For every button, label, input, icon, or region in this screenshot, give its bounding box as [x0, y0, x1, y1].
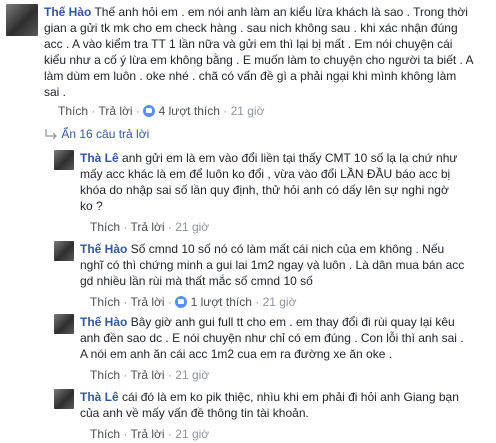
comment-text: Thế Hào Bây giờ anh gui full tt cho em .…	[80, 314, 455, 330]
timestamp[interactable]: 21 giờ	[263, 295, 297, 309]
comment-text: Thà Lê cái đó là em ko pik thiệc, nhìu k…	[80, 389, 459, 405]
text-line: kiểu như a cố ý lừa em không bằng . E mu…	[44, 53, 474, 67]
reply-2: Thế Hào Số cmnd 10 số nó có làm mất cái …	[48, 241, 496, 309]
hide-replies-label: Ẩn 16 câu trả lời	[61, 127, 150, 141]
text-line: gian a gửi tk mk cho em check hàng . sau…	[44, 21, 458, 35]
avatar[interactable]	[54, 150, 74, 170]
text-line: cái đó là em ko pik thiệc, nhìu khi em p…	[122, 390, 459, 404]
author-name[interactable]: Thà Lê	[80, 390, 119, 404]
reply-4: Thà Lê cái đó là em ko pik thiệc, nhìu k…	[48, 389, 496, 443]
like-button[interactable]: Thích	[58, 104, 88, 118]
text-line: acc . A vào kiểm tra TT 1 lần nữa và gửi…	[44, 37, 453, 51]
text-line: gd nhiều lần rùi mà thất mắc số cmnd 10 …	[80, 274, 313, 288]
like-button[interactable]: Thích	[90, 368, 120, 382]
text-line: anh gửi em là em vào đổi liền tại thấy C…	[122, 151, 458, 165]
reply-button[interactable]: Trả lời	[98, 104, 132, 118]
comment-actions: Thích · Trả lời · 21 giờ	[90, 220, 210, 234]
author-name[interactable]: Thà Lê	[80, 151, 119, 165]
text-line: mấy acc khác là em để luôn ko đổi , vừa …	[80, 167, 451, 181]
text-line: Bây giờ anh gui full tt cho em . em thay…	[130, 315, 455, 329]
hide-replies-toggle[interactable]: Ẩn 16 câu trả lời	[44, 127, 149, 141]
author-name[interactable]: Thế Hào	[80, 315, 127, 329]
avatar[interactable]	[54, 389, 74, 409]
reply-arrow-icon	[44, 128, 58, 140]
timestamp[interactable]: 21 giờ	[175, 368, 209, 382]
text-line: sai .	[44, 85, 67, 99]
author-name[interactable]: Thế Hào	[44, 5, 91, 19]
comment-text: Thế Hào Số cmnd 10 số nó có làm mất cái …	[80, 241, 444, 257]
text-line: làm dùm em luôn . oke nhé . chã có vấn đ…	[44, 69, 457, 83]
comment-actions: Thích · Trả lời · 1 lượt thích · 21 giờ	[90, 295, 297, 309]
comment-actions: Thích · Trả lời · 21 giờ	[90, 427, 210, 441]
reply-3: Thế Hào Bây giờ anh gui full tt cho em .…	[48, 314, 496, 382]
text-line: A nói em anh ăn cái acc 1m2 cua em ra đư…	[80, 347, 393, 361]
text-line: Thế anh hỏi em . em nói anh làm an kiểu …	[94, 5, 468, 19]
avatar[interactable]	[54, 241, 74, 261]
text-line: của anh về mấy vấn đề thông tin tài khoả…	[80, 406, 309, 420]
like-button[interactable]: Thích	[90, 295, 120, 309]
comment-actions: Thích · Trả lời · 21 giờ	[90, 368, 210, 382]
comment-actions: Thích · Trả lời · 4 lượt thích · 21 giờ	[58, 104, 265, 118]
like-icon	[175, 296, 188, 308]
comment-1: Thế Hào Thế anh hỏi em . em nói anh làm …	[0, 0, 496, 125]
like-button[interactable]: Thích	[90, 427, 120, 441]
comment-text: Thà Lê anh gửi em là em vào đổi liền tại…	[80, 150, 457, 166]
like-icon	[143, 105, 156, 117]
like-count[interactable]: 4 lượt thích	[159, 104, 220, 118]
text-line: nghĩ có thì chứng minh a gui lai 1m2 nga…	[80, 258, 465, 272]
avatar[interactable]	[54, 314, 74, 334]
reply-button[interactable]: Trả lời	[130, 368, 164, 382]
reply-button[interactable]: Trả lời	[130, 220, 164, 234]
author-name[interactable]: Thế Hào	[80, 242, 127, 256]
like-button[interactable]: Thích	[90, 220, 120, 234]
like-count[interactable]: 1 lượt thích	[191, 295, 252, 309]
avatar[interactable]	[6, 4, 38, 36]
reply-button[interactable]: Trả lời	[130, 295, 164, 309]
timestamp[interactable]: 21 giờ	[175, 427, 209, 441]
reply-1: Thà Lê anh gửi em là em vào đổi liền tại…	[48, 150, 496, 234]
reply-button[interactable]: Trả lời	[130, 427, 164, 441]
text-line: ko ?	[80, 199, 103, 213]
timestamp[interactable]: 21 giờ	[231, 104, 265, 118]
timestamp[interactable]: 21 giờ	[175, 220, 209, 234]
text-line: Số cmnd 10 số nó có làm mất cái nich của…	[130, 242, 445, 256]
text-line: khóa do nhập sai số lần quy định, thử hỏ…	[80, 183, 449, 197]
comment-text: Thế Hào Thế anh hỏi em . em nói anh làm …	[44, 4, 468, 20]
text-line: anh đền sao dc . E nói chuyện như chỉ có…	[80, 331, 464, 345]
